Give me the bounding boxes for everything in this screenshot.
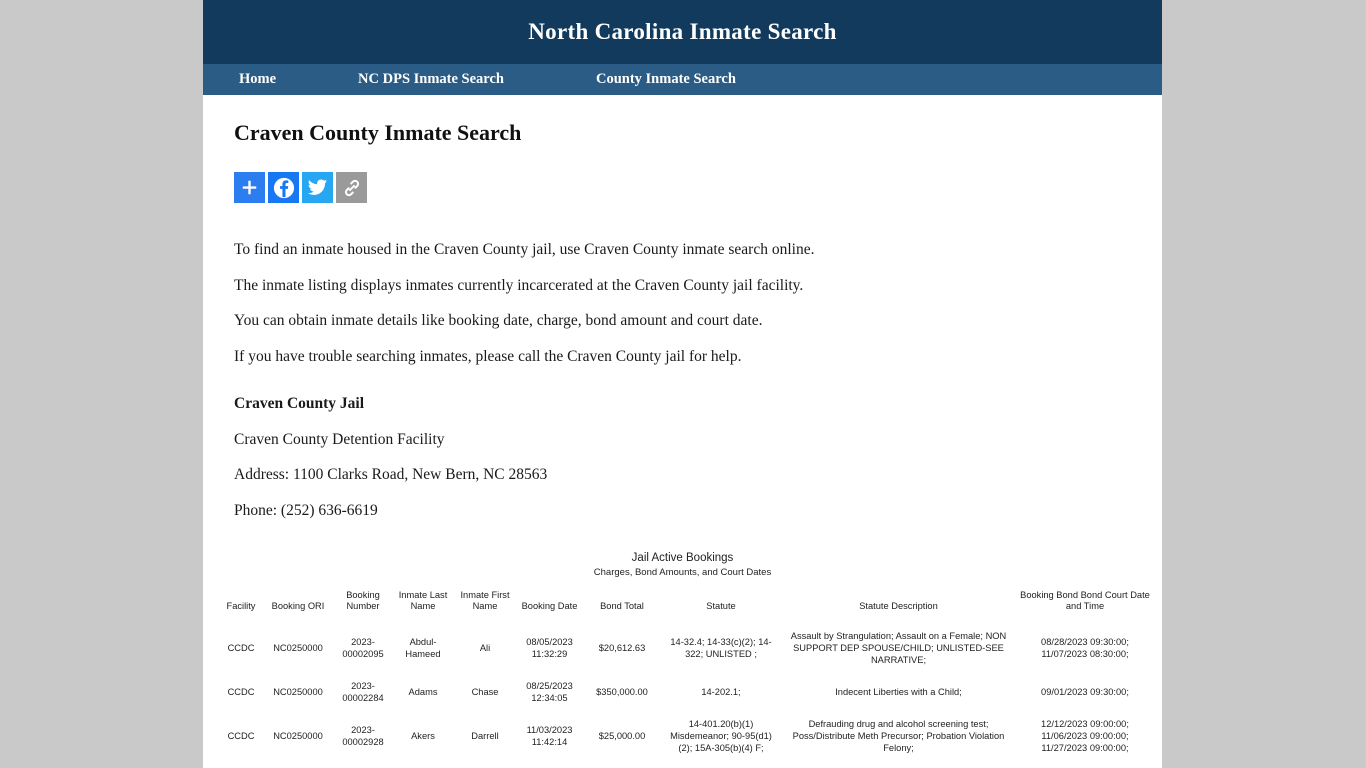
cell-booking-ori: NC0250000 — [262, 761, 334, 768]
table-row: CCDC NC0250000 2023-00002928 Akers Darrell 11… — [220, 711, 1154, 761]
column-header-booking-number: Booking Number — [346, 589, 380, 612]
cell-statute: 14-32.4; 14-33(c)(2); 14-322; UNLISTED ; — [670, 636, 772, 659]
jail-heading: Craven County Jail — [234, 395, 365, 413]
column-header-statute: Statute — [706, 601, 736, 612]
cell-booking-ori: NC0250000 — [273, 642, 323, 653]
cell-court-date: 08/28/2023 09:30:00; 11/07/2023 08:30:00… — [1041, 636, 1129, 659]
site-title: North Carolina Inmate Search — [528, 19, 837, 44]
cell-facility: CCDC — [227, 731, 255, 742]
share-copy-link-button[interactable] — [336, 172, 367, 203]
cell-inmate-last-name: Akers — [411, 731, 435, 742]
table-row: CCDC NC0250000 2023-00002284 Adams Chase 08/2… — [220, 673, 1154, 711]
cell-booking-number: 2023-00002284 — [342, 680, 384, 704]
cell-inmate-last-name: Albertine — [392, 761, 454, 768]
table-row: CCDCNC02500002023-00002849AlbertineJoshu… — [220, 761, 1154, 768]
cell-court-date — [1016, 761, 1154, 768]
plus-share-icon — [242, 180, 257, 195]
intro-text: To find an inmate housed in the Craven C… — [234, 237, 1145, 369]
cell-inmate-last-name: Abdul-Hameed — [405, 636, 441, 659]
cell-booking-number: 2023-00002849 — [334, 761, 392, 768]
cell-court-date: 12/12/2023 09:00:00; 11/06/2023 09:00:00… — [1041, 719, 1129, 754]
share-facebook-button[interactable] — [268, 172, 299, 203]
column-header-inmate-first-name: Inmate First Name — [460, 589, 510, 612]
nav-item-county-inmate-search[interactable]: County Inmate Search — [574, 64, 758, 95]
cell-booking-number: 2023-00002928 — [342, 725, 384, 748]
link-chain-icon — [344, 179, 359, 196]
cell-statute-description: Criminal Contempt; — [781, 761, 1016, 768]
intro-line-3: You can obtain inmate details like booki… — [234, 312, 763, 330]
facebook-icon — [273, 177, 294, 198]
cell-bond-total: $25,000.00 — [598, 731, 646, 742]
cell-statute-description: Defrauding drug and alcohol screening te… — [792, 719, 1005, 754]
cell-inmate-last-name: Adams — [408, 686, 438, 697]
content-area: Craven County Inmate Search To find an i… — [203, 120, 1162, 768]
cell-booking-number: 2023-00002095 — [342, 636, 384, 659]
main-navigation: Home NC DPS Inmate Search County Inmate … — [203, 64, 1162, 95]
cell-statute-description: Indecent Liberties with a Child; — [835, 686, 962, 697]
page-container: North Carolina Inmate Search Home NC DPS… — [203, 0, 1162, 768]
site-header: North Carolina Inmate Search — [203, 0, 1162, 64]
share-generic-button[interactable] — [234, 172, 265, 203]
column-header-statute-description: Statute Description — [859, 601, 938, 612]
report-subtitle: Charges, Bond Amounts, and Court Dates — [593, 566, 772, 578]
report-title: Jail Active Bookings — [631, 551, 734, 564]
nav-item-nc-dps-inmate-search[interactable]: NC DPS Inmate Search — [336, 64, 574, 95]
cell-booking-ori: NC0250000 — [273, 731, 323, 742]
cell-booking-date: 11/03/2023 11:42:14 — [526, 725, 573, 748]
column-header-inmate-last-name: Inmate Last Name — [398, 589, 448, 612]
cell-booking-ori: NC0250000 — [273, 686, 323, 697]
cell-statute: 5A-11; — [661, 761, 781, 768]
table-header-row: Facility Booking ORI Booking Number Inma… — [220, 586, 1154, 623]
intro-line-1: To find an inmate housed in the Craven C… — [234, 241, 815, 258]
cell-statute-description: Assault by Strangulation; Assault on a F… — [790, 630, 1007, 665]
jail-phone: Phone: (252) 636-6619 — [234, 501, 378, 519]
jail-info-block: Craven County Jail Craven County Detenti… — [234, 391, 1145, 523]
page-title: Craven County Inmate Search — [234, 120, 522, 145]
cell-inmate-first-name: Ali — [479, 642, 491, 653]
cell-inmate-first-name: Joshua — [454, 761, 516, 768]
jail-facility-name: Craven County Detention Facility — [234, 430, 445, 448]
column-header-bond-total: Bond Total — [600, 601, 644, 612]
cell-inmate-first-name: Darrell — [471, 731, 499, 742]
bookings-table: Facility Booking ORI Booking Number Inma… — [220, 586, 1154, 768]
jail-bookings-report: Jail Active Bookings Charges, Bond Amoun… — [220, 551, 1150, 768]
cell-court-date: 09/01/2023 09:30:00; — [1041, 686, 1129, 697]
column-header-facility: Facility — [226, 601, 256, 612]
table-row: CCDC NC0250000 2023-00002095 Abdul-Hameed Al… — [220, 623, 1154, 673]
cell-booking-date: 08/25/2023 12:34:05 — [526, 680, 573, 704]
cell-facility: CCDC — [227, 642, 255, 653]
cell-bond-total: $20,612.63 — [598, 642, 646, 653]
cell-facility: CCDC — [220, 761, 262, 768]
twitter-bird-icon — [307, 179, 328, 195]
cell-statute: 14-401.20(b)(1) Misdemeanor; 90-95(d1)(2… — [670, 719, 772, 754]
intro-line-2: The inmate listing displays inmates curr… — [234, 276, 804, 294]
share-twitter-button[interactable] — [302, 172, 333, 203]
cell-bond-total: $350,000.00 — [596, 686, 648, 697]
cell-statute: 14-202.1; — [701, 686, 741, 697]
column-header-booking-ori: Booking ORI — [271, 601, 325, 612]
cell-booking-date: 10/25/2023 15:18:56 — [516, 761, 583, 768]
intro-line-4: If you have trouble searching inmates, p… — [234, 347, 742, 365]
cell-inmate-first-name: Chase — [471, 686, 499, 697]
jail-address: Address: 1100 Clarks Road, New Bern, NC … — [234, 466, 548, 484]
bookings-table-body: CCDC NC0250000 2023-00002095 Abdul-Hameed Al… — [220, 623, 1154, 768]
cell-booking-date: 08/05/2023 11:32:29 — [526, 636, 573, 659]
cell-facility: CCDC — [227, 686, 255, 697]
cell-bond-total: $0.00 — [583, 761, 661, 768]
nav-item-home[interactable]: Home — [209, 64, 336, 95]
column-header-court-date: Booking Bond Bond Court Date and Time — [1020, 589, 1150, 612]
column-header-booking-date: Booking Date — [521, 601, 578, 612]
share-buttons — [234, 172, 1145, 203]
